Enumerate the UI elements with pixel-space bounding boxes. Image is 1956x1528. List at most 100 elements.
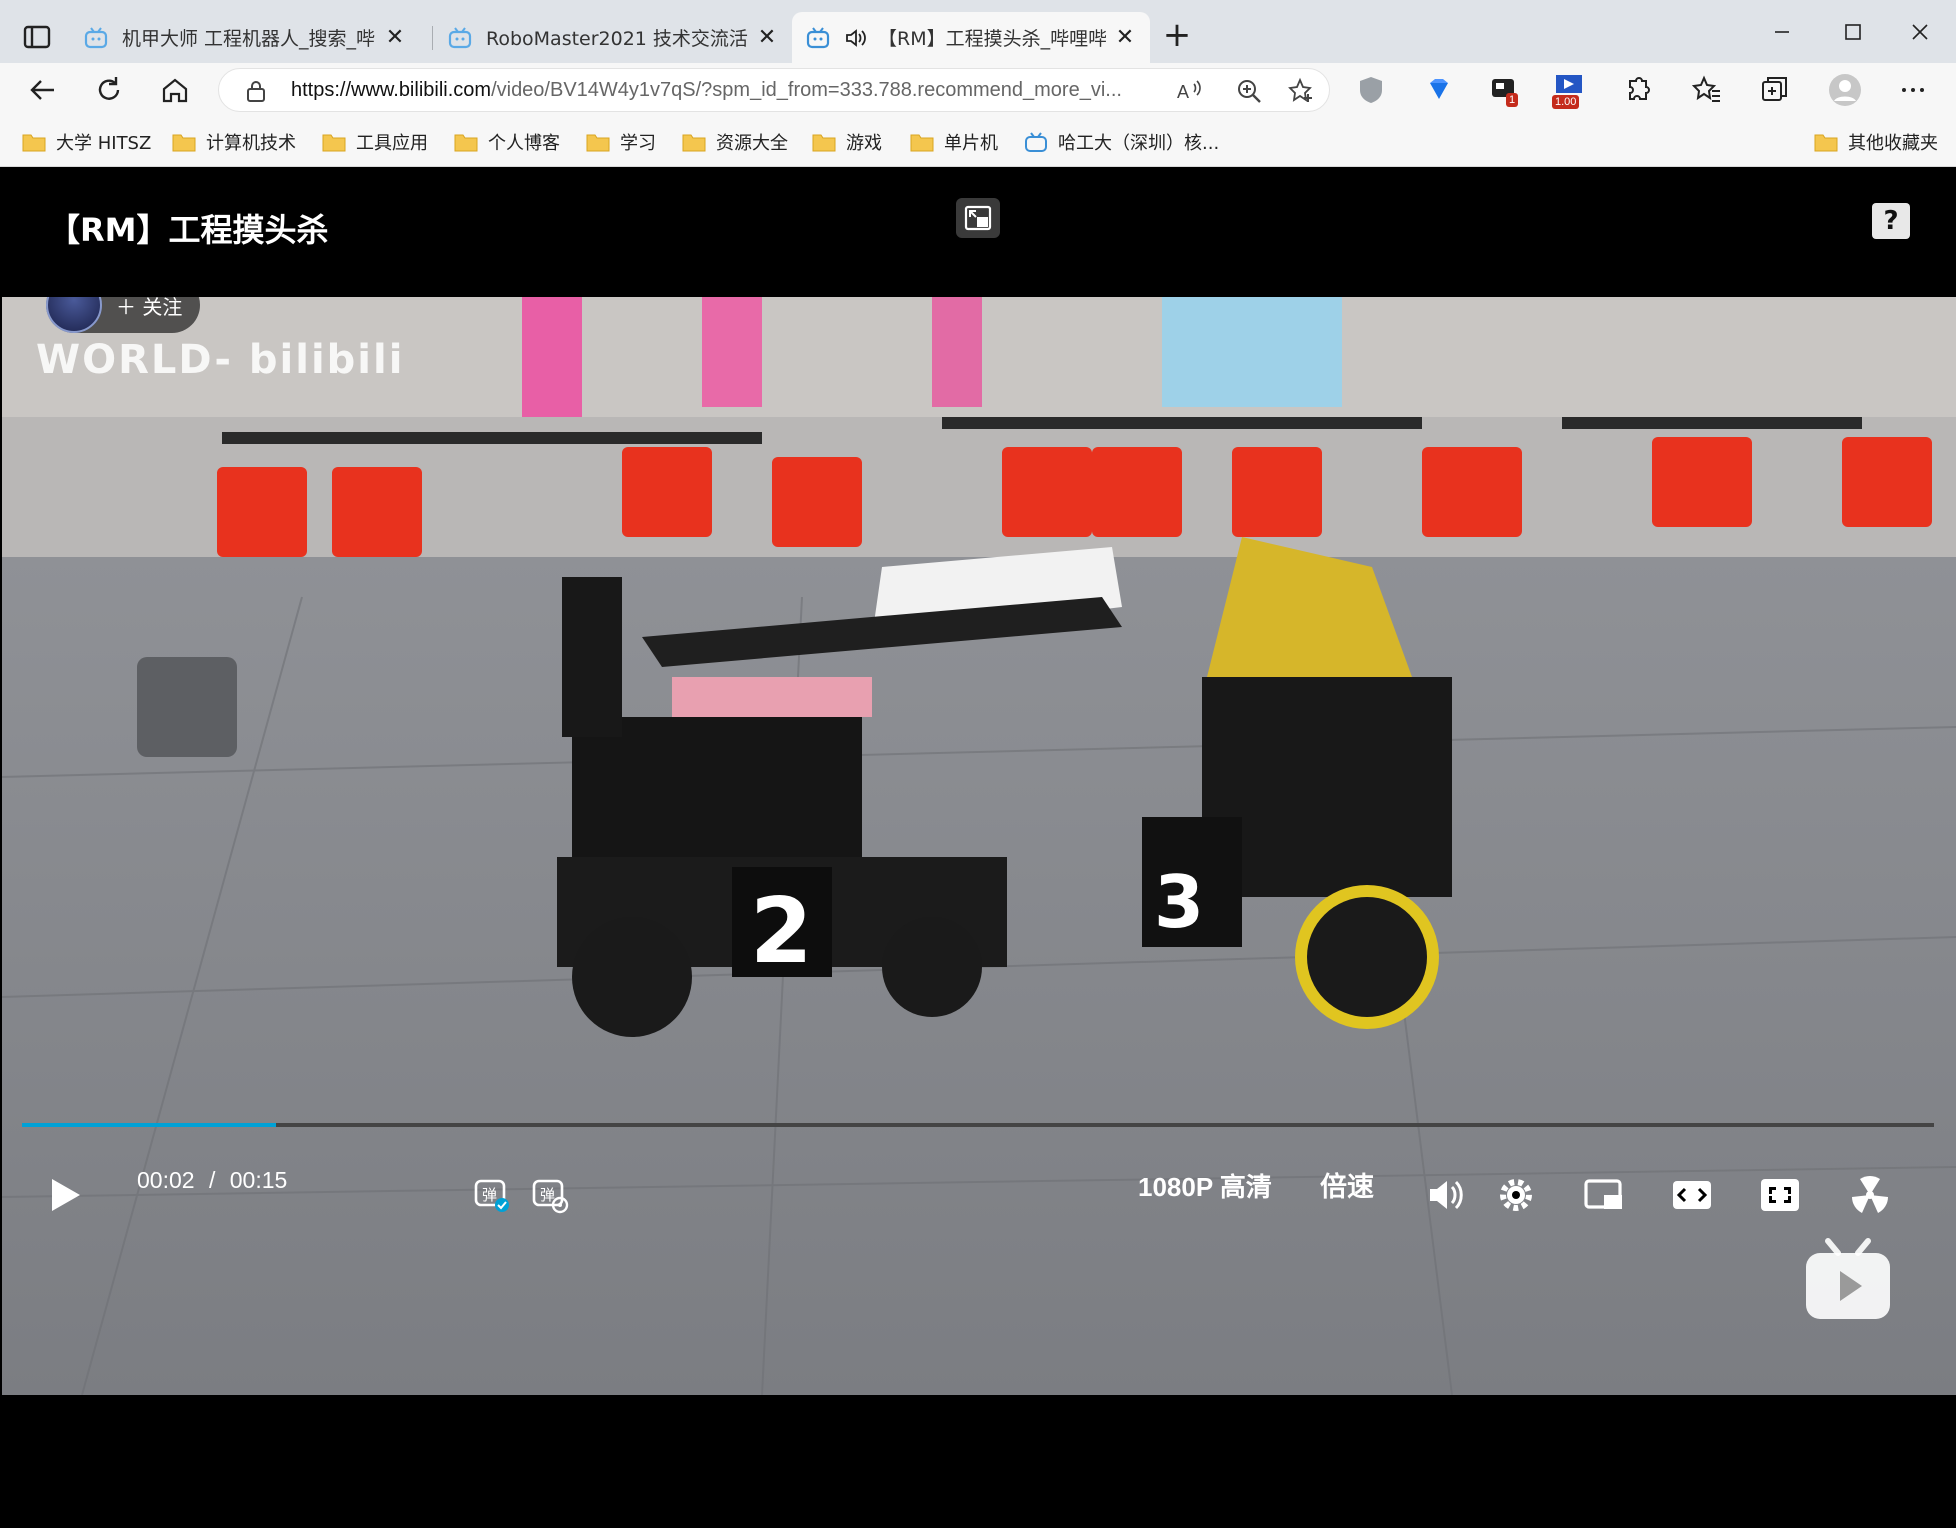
bookmark-label: 工具应用 xyxy=(356,133,428,154)
watermark: WORLD- bilibili xyxy=(36,337,405,383)
video-title: 【RM】工程摸头杀 xyxy=(48,211,329,249)
lock-icon[interactable] xyxy=(245,79,267,103)
bookmark-label: 游戏 xyxy=(846,133,882,154)
extension-video-icon[interactable]: 1 xyxy=(1486,71,1524,109)
follow-button[interactable]: ＋ 关注 xyxy=(116,297,182,320)
danmaku-settings-icon[interactable]: 弹 xyxy=(530,1175,570,1215)
fullscreen-icon[interactable] xyxy=(1848,1173,1892,1217)
speed-badge: 1.00 xyxy=(1552,95,1580,109)
collections-icon[interactable] xyxy=(1756,71,1794,109)
extensions-icon[interactable] xyxy=(1618,71,1656,109)
home-icon[interactable] xyxy=(156,71,194,109)
url-text[interactable]: https://www.bilibili.com/video/BV14W4y1v… xyxy=(291,79,1141,102)
new-tab-icon[interactable]: + xyxy=(1160,18,1194,52)
more-menu-icon[interactable] xyxy=(1894,71,1932,109)
close-icon[interactable]: ✕ xyxy=(756,26,778,49)
video-scene-image: 2 3 xyxy=(2,297,1956,1395)
tab-label: RoboMaster2021 技术交流活动 xyxy=(486,28,748,50)
folder-icon xyxy=(22,134,46,152)
current-time: 00:02 xyxy=(137,1167,195,1193)
play-icon[interactable] xyxy=(42,1173,86,1217)
video-player[interactable]: 【RM】工程摸头杀 ? 2 3 ＋ 关注 WORLD- bilibili 00:… xyxy=(2,167,1956,1528)
browser-window: 机甲大师 工程机器人_搜索_哔哩 ✕ RoboMaster2021 技术交流活动… xyxy=(0,0,1956,1528)
other-bookmarks-folder[interactable]: 其他收藏夹 xyxy=(1814,128,1938,156)
progress-bar[interactable] xyxy=(22,1123,1934,1127)
minimize-icon[interactable] xyxy=(1762,14,1802,50)
profile-avatar-icon[interactable] xyxy=(1826,71,1864,109)
folder-icon xyxy=(1814,134,1838,152)
maximize-icon[interactable] xyxy=(1832,14,1872,50)
bookmark-folder[interactable]: 个人博客 xyxy=(454,128,560,156)
time-display: 00:02 / 00:15 xyxy=(137,1167,287,1194)
folder-icon xyxy=(682,134,706,152)
bookmark-label: 个人博客 xyxy=(488,133,560,154)
video-frame[interactable]: 2 3 ＋ 关注 WORLD- bilibili xyxy=(2,297,1956,1395)
speed-extension-icon[interactable]: 1.00 xyxy=(1550,71,1594,111)
uploader-badge[interactable]: ＋ 关注 xyxy=(46,297,201,333)
web-fullscreen-icon[interactable] xyxy=(1758,1173,1802,1217)
extension-diamond-icon[interactable] xyxy=(1420,71,1458,109)
folder-icon xyxy=(322,134,346,152)
tab-label: 【RM】工程摸头杀_哔哩哔 xyxy=(878,28,1106,50)
svg-text:2: 2 xyxy=(750,879,813,984)
settings-gear-icon[interactable] xyxy=(1494,1173,1538,1217)
volume-icon[interactable] xyxy=(1424,1173,1468,1217)
window-close-icon[interactable] xyxy=(1900,14,1940,50)
back-icon[interactable] xyxy=(24,71,62,109)
svg-text:3: 3 xyxy=(1154,860,1204,944)
tab-search[interactable]: 机甲大师 工程机器人_搜索_哔哩 ✕ xyxy=(70,12,420,63)
bookmark-link[interactable]: 哈工大（深圳）核... xyxy=(1024,128,1219,156)
duration: 00:15 xyxy=(229,1167,288,1193)
bilibili-icon xyxy=(1025,132,1047,152)
exit-fullscreen-icon[interactable] xyxy=(956,198,1000,238)
bookmark-label: 其他收藏夹 xyxy=(1848,133,1938,154)
bookmark-label: 大学 HITSZ xyxy=(56,133,152,154)
bookmark-folder[interactable]: 计算机技术 xyxy=(172,128,296,156)
bookmark-label: 学习 xyxy=(620,133,656,154)
follow-label: 关注 xyxy=(142,297,183,319)
progress-played xyxy=(22,1123,277,1127)
refresh-icon[interactable] xyxy=(90,71,128,109)
tab-actions-icon[interactable] xyxy=(20,20,54,54)
tab-robomaster[interactable]: RoboMaster2021 技术交流活动 ✕ xyxy=(434,12,792,63)
big-play-icon[interactable] xyxy=(1802,1237,1894,1325)
quality-selector[interactable]: 1080P 高清 xyxy=(1138,1167,1272,1204)
tab-label: 机甲大师 工程机器人_搜索_哔哩 xyxy=(122,28,376,50)
folder-icon xyxy=(586,134,610,152)
svg-text:弹: 弹 xyxy=(482,1186,497,1204)
bookmark-label: 计算机技术 xyxy=(206,133,296,154)
bookmarks-bar: 大学 HITSZ 计算机技术 工具应用 个人博客 学习 资源大全 游戏 单片机 … xyxy=(0,117,1956,167)
tab-separator xyxy=(432,26,433,50)
close-icon[interactable]: ✕ xyxy=(1114,26,1136,49)
tab-current-video[interactable]: 【RM】工程摸头杀_哔哩哔 ✕ xyxy=(792,12,1150,63)
bookmark-folder[interactable]: 游戏 xyxy=(812,128,882,156)
bilibili-icon xyxy=(806,26,830,48)
danmaku-toggle-icon[interactable]: 弹 xyxy=(472,1175,512,1215)
folder-icon xyxy=(812,134,836,152)
time-separator: / xyxy=(208,1167,216,1193)
bilibili-icon xyxy=(448,26,472,48)
favorites-icon[interactable] xyxy=(1688,71,1726,109)
bookmark-folder[interactable]: 单片机 xyxy=(910,128,998,156)
bookmark-folder[interactable]: 大学 HITSZ xyxy=(22,128,151,156)
speed-selector[interactable]: 倍速 xyxy=(1320,1165,1374,1204)
zoom-icon[interactable] xyxy=(1235,77,1263,105)
folder-icon xyxy=(172,134,196,152)
add-favorite-icon[interactable] xyxy=(1287,77,1315,105)
help-button[interactable]: ? xyxy=(1872,203,1910,239)
read-aloud-icon[interactable]: A xyxy=(1175,77,1203,105)
svg-text:A: A xyxy=(1177,82,1189,102)
widescreen-icon[interactable] xyxy=(1670,1173,1714,1217)
picture-in-picture-icon[interactable] xyxy=(1582,1173,1626,1217)
bookmark-folder[interactable]: 学习 xyxy=(586,128,656,156)
close-icon[interactable]: ✕ xyxy=(384,26,406,49)
bookmark-label: 单片机 xyxy=(944,133,998,154)
bilibili-icon xyxy=(84,26,108,48)
address-bar[interactable]: https://www.bilibili.com/video/BV14W4y1v… xyxy=(218,68,1330,112)
speaker-icon[interactable] xyxy=(844,26,868,50)
bookmark-folder[interactable]: 资源大全 xyxy=(682,128,788,156)
url-path: /video/BV14W4y1v7qS/?spm_id_from=333.788… xyxy=(491,79,1122,101)
folder-icon xyxy=(454,134,478,152)
bookmark-folder[interactable]: 工具应用 xyxy=(322,128,428,156)
shield-icon[interactable] xyxy=(1352,71,1390,109)
